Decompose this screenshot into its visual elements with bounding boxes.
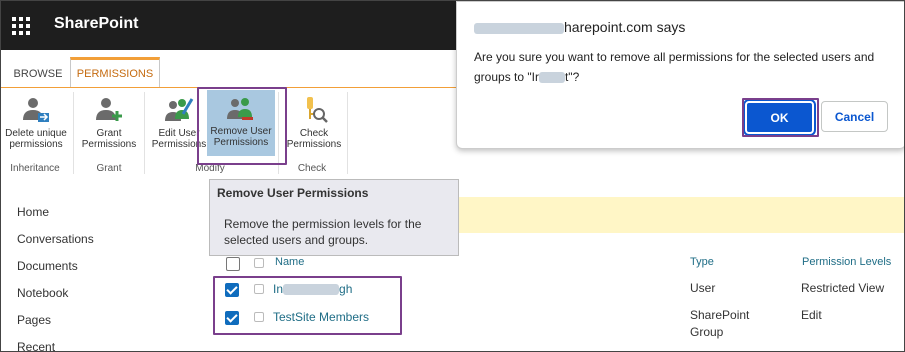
nav-item-home[interactable]: Home <box>17 205 49 219</box>
row-type-line2: Group <box>690 325 724 339</box>
brand-title[interactable]: SharePoint <box>54 15 138 33</box>
dialog-message-end: t"? <box>564 70 580 84</box>
tooltip-description: Remove the permission levels for the sel… <box>224 217 422 247</box>
edit-user-permissions-icon <box>165 98 194 121</box>
row-type-line1: SharePoint <box>690 308 750 322</box>
grant-permissions-button[interactable]: Grant Permissions <box>74 92 144 154</box>
grant-permissions-label: Grant Permissions <box>81 128 137 150</box>
row-type: User <box>690 281 716 295</box>
column-header-permission-levels[interactable]: Permission Levels <box>802 256 891 268</box>
delete-unique-permissions-label: Delete unique permissions <box>5 128 67 150</box>
confirm-dialog: harepoint.com says Are you sure you want… <box>456 1 904 149</box>
row-permission-level: Restricted View <box>801 281 885 295</box>
dialog-message-start: Are you sure you want to remove all perm… <box>474 50 875 84</box>
row-permission-level: Edit <box>801 308 822 322</box>
nav-item-pages[interactable]: Pages <box>17 313 51 327</box>
column-header-name[interactable]: Name <box>275 256 304 268</box>
nav-item-conversations[interactable]: Conversations <box>17 232 94 246</box>
nav-item-recent[interactable]: Recent <box>17 340 55 351</box>
redacted-text <box>538 72 565 84</box>
check-permissions-button[interactable]: Check Permissions <box>279 92 349 154</box>
cancel-button[interactable]: Cancel <box>821 101 888 132</box>
nav-item-documents[interactable]: Documents <box>17 259 78 273</box>
delete-permissions-icon <box>23 98 49 122</box>
delete-unique-permissions-button[interactable]: Delete unique permissions <box>1 92 71 154</box>
tab-permissions[interactable]: PERMISSIONS <box>70 57 160 87</box>
column-header-type[interactable]: Type <box>690 256 714 268</box>
dialog-message: Are you sure you want to remove all perm… <box>474 47 894 87</box>
grant-permissions-icon <box>96 98 122 121</box>
select-all-item-checkbox[interactable] <box>254 258 264 268</box>
group-inheritance-label: Inheritance <box>10 163 60 174</box>
select-all-checkbox[interactable] <box>226 257 240 271</box>
dialog-origin-text: harepoint.com says <box>564 19 686 35</box>
group-check-label: Check <box>297 163 327 174</box>
tab-browse[interactable]: BROWSE <box>7 60 69 87</box>
ribbon-tooltip: Remove User Permissions Remove the permi… <box>209 179 459 256</box>
ok-button-highlight <box>742 98 819 137</box>
group-grant-label: Grant <box>96 163 122 174</box>
selected-rows-highlight <box>213 276 402 335</box>
check-permissions-label: Check Permissions <box>286 128 342 150</box>
dialog-origin: harepoint.com says <box>474 19 685 35</box>
redacted-text <box>474 22 564 34</box>
app-window: SharePoint BROWSE PERMISSIONS Delete uni… <box>0 0 905 352</box>
remove-button-highlight <box>197 87 287 165</box>
tooltip-title: Remove User Permissions <box>217 186 369 200</box>
group-separator <box>347 92 348 174</box>
status-bar <box>457 197 904 233</box>
app-launcher-icon[interactable] <box>1 1 41 50</box>
nav-item-notebook[interactable]: Notebook <box>17 286 68 300</box>
check-permissions-icon <box>307 97 328 123</box>
